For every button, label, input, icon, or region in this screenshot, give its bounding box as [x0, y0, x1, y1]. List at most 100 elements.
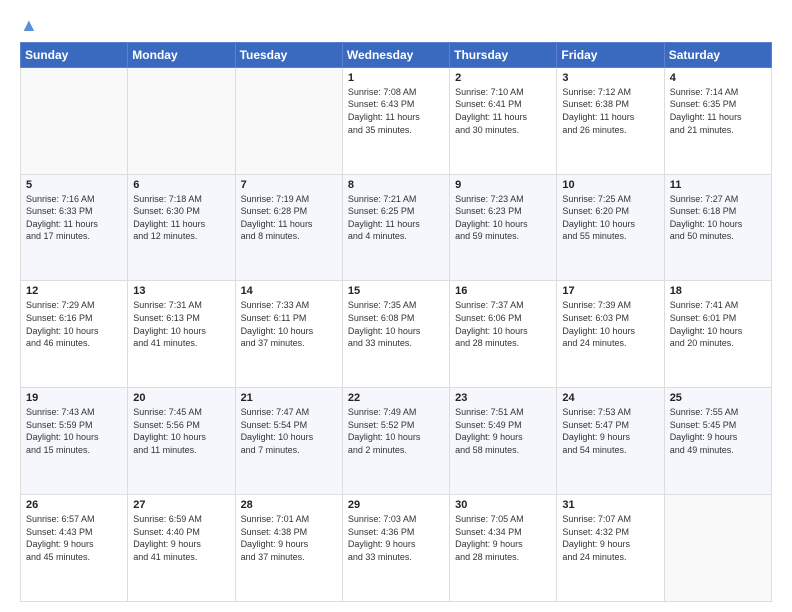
logo-text: ▲: [20, 16, 38, 36]
calendar-cell: 29 Sunrise: 7:03 AM Sunset: 4:36 PM Dayli…: [342, 495, 449, 602]
day-number: 11: [670, 179, 766, 191]
calendar-week-row: 19 Sunrise: 7:43 AM Sunset: 5:59 PM Dayli…: [21, 388, 772, 495]
day-info: Sunrise: 6:59 AM Sunset: 4:40 PM Dayligh…: [133, 513, 229, 563]
day-info: Sunrise: 7:29 AM Sunset: 6:16 PM Dayligh…: [26, 299, 122, 349]
day-number: 28: [241, 499, 337, 511]
logo: ▲: [20, 16, 38, 34]
calendar-cell: 30 Sunrise: 7:05 AM Sunset: 4:34 PM Dayli…: [450, 495, 557, 602]
weekday-header-thursday: Thursday: [450, 42, 557, 67]
calendar-cell: 23Sunrise: 7:51 AM Sunset: 5:49 PM Dayli…: [450, 388, 557, 495]
calendar-cell: 22 Sunrise: 7:49 AM Sunset: 5:52 PM Dayli…: [342, 388, 449, 495]
day-number: 7: [241, 179, 337, 191]
calendar-cell: 28Sunrise: 7:01 AM Sunset: 4:38 PM Dayli…: [235, 495, 342, 602]
day-info: Sunrise: 7:19 AM Sunset: 6:28 PM Dayligh…: [241, 193, 337, 243]
day-number: 19: [26, 392, 122, 404]
day-number: 8: [348, 179, 444, 191]
day-number: 25: [670, 392, 766, 404]
day-number: 6: [133, 179, 229, 191]
calendar-cell: 7 Sunrise: 7:19 AM Sunset: 6:28 PM Daylig…: [235, 174, 342, 281]
day-info: Sunrise: 7:03 AM Sunset: 4:36 PM Dayligh…: [348, 513, 444, 563]
weekday-header-wednesday: Wednesday: [342, 42, 449, 67]
day-number: 4: [670, 72, 766, 84]
page: ▲ SundayMondayTuesdayWednesdayThursdayFr…: [0, 0, 792, 612]
calendar-cell: [128, 67, 235, 174]
day-info: Sunrise: 7:07 AM Sunset: 4:32 PM Dayligh…: [562, 513, 658, 563]
calendar-cell: 27Sunrise: 6:59 AM Sunset: 4:40 PM Dayli…: [128, 495, 235, 602]
day-number: 13: [133, 285, 229, 297]
day-number: 1: [348, 72, 444, 84]
weekday-header-monday: Monday: [128, 42, 235, 67]
day-number: 12: [26, 285, 122, 297]
calendar-cell: 10 Sunrise: 7:25 AM Sunset: 6:20 PM Dayli…: [557, 174, 664, 281]
day-info: Sunrise: 7:43 AM Sunset: 5:59 PM Dayligh…: [26, 406, 122, 456]
calendar-cell: 8Sunrise: 7:21 AM Sunset: 6:25 PM Daylig…: [342, 174, 449, 281]
day-number: 15: [348, 285, 444, 297]
calendar-cell: 21 Sunrise: 7:47 AM Sunset: 5:54 PM Dayli…: [235, 388, 342, 495]
day-number: 17: [562, 285, 658, 297]
calendar-cell: 18 Sunrise: 7:41 AM Sunset: 6:01 PM Dayli…: [664, 281, 771, 388]
day-info: Sunrise: 7:35 AM Sunset: 6:08 PM Dayligh…: [348, 299, 444, 349]
day-info: Sunrise: 7:12 AM Sunset: 6:38 PM Dayligh…: [562, 86, 658, 136]
calendar-cell: 5Sunrise: 7:16 AM Sunset: 6:33 PM Daylig…: [21, 174, 128, 281]
calendar-cell: 26Sunrise: 6:57 AM Sunset: 4:43 PM Dayli…: [21, 495, 128, 602]
calendar-cell: [664, 495, 771, 602]
day-info: Sunrise: 7:23 AM Sunset: 6:23 PM Dayligh…: [455, 193, 551, 243]
day-number: 31: [562, 499, 658, 511]
day-info: Sunrise: 7:16 AM Sunset: 6:33 PM Dayligh…: [26, 193, 122, 243]
day-info: Sunrise: 7:47 AM Sunset: 5:54 PM Dayligh…: [241, 406, 337, 456]
day-info: Sunrise: 7:51 AM Sunset: 5:49 PM Dayligh…: [455, 406, 551, 456]
day-number: 16: [455, 285, 551, 297]
calendar-cell: [235, 67, 342, 174]
day-number: 30: [455, 499, 551, 511]
day-number: 10: [562, 179, 658, 191]
day-info: Sunrise: 7:53 AM Sunset: 5:47 PM Dayligh…: [562, 406, 658, 456]
calendar-week-row: 5Sunrise: 7:16 AM Sunset: 6:33 PM Daylig…: [21, 174, 772, 281]
day-info: Sunrise: 7:18 AM Sunset: 6:30 PM Dayligh…: [133, 193, 229, 243]
weekday-header-tuesday: Tuesday: [235, 42, 342, 67]
calendar-cell: 2 Sunrise: 7:10 AM Sunset: 6:41 PM Daylig…: [450, 67, 557, 174]
day-info: Sunrise: 7:05 AM Sunset: 4:34 PM Dayligh…: [455, 513, 551, 563]
day-number: 20: [133, 392, 229, 404]
calendar-cell: 11 Sunrise: 7:27 AM Sunset: 6:18 PM Dayli…: [664, 174, 771, 281]
day-info: Sunrise: 7:33 AM Sunset: 6:11 PM Dayligh…: [241, 299, 337, 349]
calendar-cell: 1 Sunrise: 7:08 AM Sunset: 6:43 PM Daylig…: [342, 67, 449, 174]
day-info: Sunrise: 7:49 AM Sunset: 5:52 PM Dayligh…: [348, 406, 444, 456]
calendar-cell: 19 Sunrise: 7:43 AM Sunset: 5:59 PM Dayli…: [21, 388, 128, 495]
day-number: 22: [348, 392, 444, 404]
calendar-week-row: 26Sunrise: 6:57 AM Sunset: 4:43 PM Dayli…: [21, 495, 772, 602]
weekday-header-friday: Friday: [557, 42, 664, 67]
day-info: Sunrise: 7:10 AM Sunset: 6:41 PM Dayligh…: [455, 86, 551, 136]
weekday-header-row: SundayMondayTuesdayWednesdayThursdayFrid…: [21, 42, 772, 67]
day-info: Sunrise: 7:45 AM Sunset: 5:56 PM Dayligh…: [133, 406, 229, 456]
weekday-header-sunday: Sunday: [21, 42, 128, 67]
calendar-cell: 15 Sunrise: 7:35 AM Sunset: 6:08 PM Dayli…: [342, 281, 449, 388]
day-info: Sunrise: 7:08 AM Sunset: 6:43 PM Dayligh…: [348, 86, 444, 136]
day-info: Sunrise: 7:31 AM Sunset: 6:13 PM Dayligh…: [133, 299, 229, 349]
calendar-cell: 24 Sunrise: 7:53 AM Sunset: 5:47 PM Dayli…: [557, 388, 664, 495]
calendar-week-row: 12 Sunrise: 7:29 AM Sunset: 6:16 PM Dayli…: [21, 281, 772, 388]
calendar-cell: 3Sunrise: 7:12 AM Sunset: 6:38 PM Daylig…: [557, 67, 664, 174]
day-info: Sunrise: 7:25 AM Sunset: 6:20 PM Dayligh…: [562, 193, 658, 243]
day-number: 18: [670, 285, 766, 297]
day-number: 14: [241, 285, 337, 297]
calendar-cell: 4 Sunrise: 7:14 AM Sunset: 6:35 PM Daylig…: [664, 67, 771, 174]
weekday-header-saturday: Saturday: [664, 42, 771, 67]
day-info: Sunrise: 7:14 AM Sunset: 6:35 PM Dayligh…: [670, 86, 766, 136]
calendar-cell: 17Sunrise: 7:39 AM Sunset: 6:03 PM Dayli…: [557, 281, 664, 388]
day-number: 21: [241, 392, 337, 404]
day-info: Sunrise: 7:55 AM Sunset: 5:45 PM Dayligh…: [670, 406, 766, 456]
day-info: Sunrise: 6:57 AM Sunset: 4:43 PM Dayligh…: [26, 513, 122, 563]
day-number: 29: [348, 499, 444, 511]
calendar-cell: 12 Sunrise: 7:29 AM Sunset: 6:16 PM Dayli…: [21, 281, 128, 388]
day-info: Sunrise: 7:27 AM Sunset: 6:18 PM Dayligh…: [670, 193, 766, 243]
calendar-table: SundayMondayTuesdayWednesdayThursdayFrid…: [20, 42, 772, 602]
day-number: 24: [562, 392, 658, 404]
day-info: Sunrise: 7:41 AM Sunset: 6:01 PM Dayligh…: [670, 299, 766, 349]
calendar-cell: 13 Sunrise: 7:31 AM Sunset: 6:13 PM Dayli…: [128, 281, 235, 388]
calendar-cell: 31 Sunrise: 7:07 AM Sunset: 4:32 PM Dayli…: [557, 495, 664, 602]
day-number: 2: [455, 72, 551, 84]
day-info: Sunrise: 7:37 AM Sunset: 6:06 PM Dayligh…: [455, 299, 551, 349]
calendar-cell: 9Sunrise: 7:23 AM Sunset: 6:23 PM Daylig…: [450, 174, 557, 281]
calendar-cell: 16 Sunrise: 7:37 AM Sunset: 6:06 PM Dayli…: [450, 281, 557, 388]
calendar-cell: [21, 67, 128, 174]
